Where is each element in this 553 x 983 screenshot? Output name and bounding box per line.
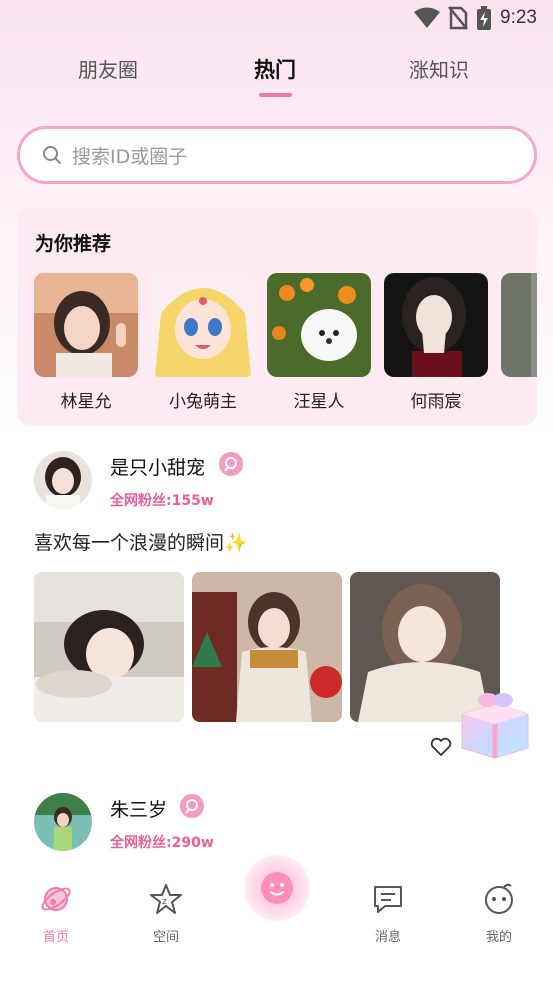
user-photo (151, 273, 255, 377)
post-image[interactable] (34, 572, 184, 722)
wifi-icon (414, 7, 441, 28)
search-icon (43, 146, 61, 164)
nav-label: 空间 (152, 930, 179, 945)
publish-button[interactable] (244, 855, 310, 921)
search-bar[interactable]: 搜索ID或圈子 (17, 126, 537, 184)
top-tabs: 朋友圈 热门 涨知识 (0, 50, 553, 100)
recommend-user-card-partial[interactable] (501, 273, 537, 377)
user-photo (501, 273, 537, 377)
recommend-user-card[interactable]: 小兔萌主 (151, 273, 255, 412)
battery-charging-icon (477, 6, 492, 30)
recommend-user-name: 汪星人 (293, 392, 345, 412)
nav-messages[interactable]: 消息 (353, 882, 423, 945)
post-username[interactable]: 朱三岁 (110, 795, 167, 822)
user-photo (34, 273, 138, 377)
nav-profile[interactable]: 我的 (464, 882, 534, 945)
recommend-user-card[interactable]: 汪星人 (267, 273, 371, 412)
recommend-user-name: 林星允 (60, 392, 112, 412)
post-username[interactable]: 是只小甜宠 (110, 453, 205, 480)
home-planet-icon (41, 887, 71, 911)
profile-face-icon (485, 883, 513, 914)
nav-home[interactable]: 首页 (21, 882, 91, 945)
recommend-section: 为你推荐 林星允 小兔萌主 汪星人 何雨宸 (17, 207, 537, 425)
gender-female-icon (180, 794, 204, 818)
smiley-publish-icon (261, 872, 293, 904)
recommend-title: 为你推荐 (35, 233, 112, 255)
user-photo (267, 273, 371, 377)
star-space-icon: z (150, 884, 182, 914)
no-sim-icon (448, 6, 468, 30)
nav-label: 首页 (42, 930, 69, 945)
post-text: 喜欢每一个浪漫的瞬间✨ (34, 532, 248, 554)
recommend-user-card[interactable]: 何雨宸 (384, 273, 488, 412)
gift-box-icon[interactable] (458, 690, 532, 760)
like-heart-icon[interactable] (430, 737, 452, 757)
recommend-user-name: 何雨宸 (410, 392, 462, 412)
recommend-user-card[interactable]: 林星允 (34, 273, 138, 412)
search-placeholder: 搜索ID或圈子 (72, 145, 188, 168)
post-fans-count: 全网粉丝:290w (110, 835, 214, 851)
nav-label: 我的 (485, 930, 512, 945)
post-image[interactable] (192, 572, 342, 722)
tab-hot[interactable]: 热门 (254, 54, 296, 84)
user-photo (384, 273, 488, 377)
avatar[interactable] (34, 793, 92, 851)
tab-moments[interactable]: 朋友圈 (78, 54, 138, 83)
nav-space[interactable]: z 空间 (131, 882, 201, 945)
status-bar: 9:23 (0, 0, 553, 40)
avatar[interactable] (34, 451, 92, 509)
svg-text:z: z (162, 897, 167, 907)
nav-label: 消息 (374, 930, 401, 945)
post-fans-count: 全网粉丝:155w (110, 493, 214, 509)
message-icon (374, 886, 402, 913)
recommend-user-name: 小兔萌主 (169, 392, 237, 412)
status-time: 9:23 (500, 7, 537, 28)
tab-knowledge[interactable]: 涨知识 (409, 54, 469, 83)
active-tab-indicator (259, 93, 292, 97)
gender-female-icon (219, 452, 243, 476)
